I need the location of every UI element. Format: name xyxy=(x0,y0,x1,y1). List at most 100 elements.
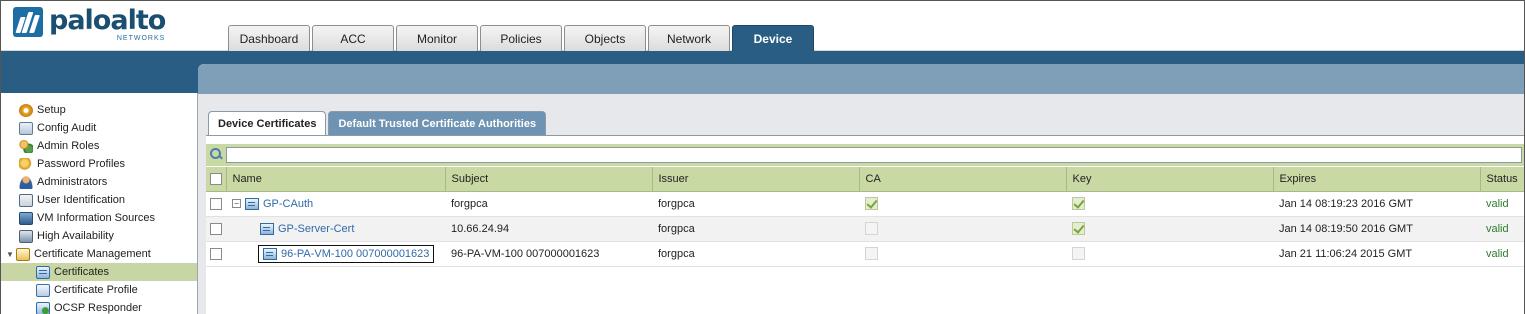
table-header-row: Name Subject Issuer CA Key Expires Statu… xyxy=(206,167,1524,192)
sidebar-item-vm-information-sources[interactable]: VM Information Sources xyxy=(1,209,197,227)
gear-icon xyxy=(19,103,33,117)
issuer-cell: forgpca xyxy=(652,191,859,217)
expires-cell: Jan 14 08:19:23 2016 GMT xyxy=(1273,191,1480,217)
column-header-issuer[interactable]: Issuer xyxy=(652,167,860,192)
certificate-icon xyxy=(263,247,277,260)
expires-cell: Jan 14 08:19:50 2016 GMT xyxy=(1273,216,1480,242)
subject-cell: forgpca xyxy=(445,191,652,217)
row-checkbox[interactable] xyxy=(210,222,222,235)
expires-cell: Jan 21 11:06:24 2015 GMT xyxy=(1273,241,1480,267)
sidebar-item-high-availability[interactable]: High Availability xyxy=(1,227,197,245)
sidebar-item-label: Setup xyxy=(37,104,66,116)
select-all-checkbox[interactable] xyxy=(210,172,222,185)
certificates-table: Name Subject Issuer CA Key Expires Statu… xyxy=(206,167,1524,267)
user-identification-icon xyxy=(19,193,33,207)
tab-policies[interactable]: Policies xyxy=(480,25,562,51)
certificate-icon xyxy=(260,222,274,235)
column-header-expires[interactable]: Expires xyxy=(1273,167,1481,192)
column-header-ca[interactable]: CA xyxy=(859,167,1067,192)
highlighted-certificate-name[interactable]: 96-PA-VM-100 007000001623 xyxy=(258,244,435,263)
column-header-key[interactable]: Key xyxy=(1066,167,1274,192)
ca-check-icon xyxy=(865,197,878,210)
certificates-panel: Name Subject Issuer CA Key Expires Statu… xyxy=(206,135,1524,314)
tab-network[interactable]: Network xyxy=(648,25,730,51)
row-checkbox[interactable] xyxy=(210,247,222,260)
certificate-name-link[interactable]: GP-Server-Cert xyxy=(278,223,354,235)
sidebar-item-label: Config Audit xyxy=(37,122,97,134)
row-checkbox[interactable] xyxy=(210,197,222,210)
key-check-icon xyxy=(1072,197,1085,210)
issuer-cell: forgpca xyxy=(652,216,859,242)
logo-mark-icon xyxy=(13,7,43,37)
certificate-icon xyxy=(245,197,259,210)
sidebar-item-setup[interactable]: Setup xyxy=(1,101,197,119)
certificate-name-link[interactable]: 96-PA-VM-100 007000001623 xyxy=(281,248,429,260)
sidebar-item-label: OCSP Responder xyxy=(54,302,142,314)
sidebar-item-certificates[interactable]: Certificates xyxy=(1,263,197,281)
ca-check-icon xyxy=(865,247,878,260)
expand-triangle-icon[interactable]: ▼ xyxy=(6,250,16,259)
sidebar-item-label: VM Information Sources xyxy=(37,212,155,224)
filter-input[interactable] xyxy=(226,147,1522,163)
paloalto-logo: paloalto NETWORKS xyxy=(13,5,166,42)
collapse-toggle-icon[interactable]: − xyxy=(232,199,241,208)
column-header-subject[interactable]: Subject xyxy=(445,167,653,192)
certificate-subtabs: Device Certificates Default Trusted Cert… xyxy=(208,111,548,135)
sidebar-item-label: Password Profiles xyxy=(37,158,126,170)
tab-objects[interactable]: Objects xyxy=(564,25,646,51)
high-availability-icon xyxy=(19,229,33,243)
subject-cell: 96-PA-VM-100 007000001623 xyxy=(445,241,652,267)
certificate-profile-icon xyxy=(36,283,50,297)
certificate-icon xyxy=(36,265,50,279)
table-row[interactable]: 96-PA-VM-100 007000001623 96-PA-VM-100 0… xyxy=(206,241,1524,267)
sidebar-item-config-audit[interactable]: Config Audit xyxy=(1,119,197,137)
logo-wordmark: paloalto xyxy=(49,5,166,36)
main-tabs: Dashboard ACC Monitor Policies Objects N… xyxy=(228,25,816,51)
vm-information-icon xyxy=(19,211,33,225)
tab-device-certificates[interactable]: Device Certificates xyxy=(208,111,327,135)
column-header-name[interactable]: Name xyxy=(226,167,446,192)
tab-acc[interactable]: ACC xyxy=(312,25,394,51)
sidebar-item-label: High Availability xyxy=(37,230,114,242)
subject-cell: 10.66.24.94 xyxy=(445,216,652,242)
table-row[interactable]: GP-Server-Cert 10.66.24.94 forgpca Jan 1… xyxy=(206,216,1524,242)
sidebar-item-password-profiles[interactable]: Password Profiles xyxy=(1,155,197,173)
admin-roles-icon xyxy=(19,139,33,153)
status-cell: valid xyxy=(1480,241,1524,267)
search-icon xyxy=(210,148,222,160)
sidebar-item-admin-roles[interactable]: Admin Roles xyxy=(1,137,197,155)
sidebar-item-label: Certificates xyxy=(54,266,110,278)
content-body: Device Certificates Default Trusted Cert… xyxy=(198,94,1524,314)
app-header: paloalto NETWORKS Dashboard ACC Monitor … xyxy=(1,1,1524,51)
sidebar: Setup Config Audit Admin Roles Password … xyxy=(1,93,198,314)
sidebar-item-ocsp-responder[interactable]: OCSP Responder xyxy=(1,299,197,314)
sidebar-item-label: Administrators xyxy=(37,176,108,188)
config-audit-icon xyxy=(19,121,33,135)
tab-monitor[interactable]: Monitor xyxy=(396,25,478,51)
sidebar-item-user-identification[interactable]: User Identification xyxy=(1,191,197,209)
sidebar-item-label: Certificate Management xyxy=(34,248,151,260)
tab-default-trusted-cas[interactable]: Default Trusted Certificate Authorities xyxy=(328,111,547,135)
key-check-icon xyxy=(1072,247,1085,260)
tab-dashboard[interactable]: Dashboard xyxy=(228,25,310,51)
password-profiles-icon xyxy=(19,157,33,171)
logo-subtitle: NETWORKS xyxy=(116,35,166,42)
table-row[interactable]: − GP-CAuth forgpca forgpca Jan 14 08:19:… xyxy=(206,191,1524,217)
column-header-status[interactable]: Status xyxy=(1480,167,1524,192)
sidebar-item-certificate-management[interactable]: ▼ Certificate Management xyxy=(1,245,197,263)
sidebar-item-label: User Identification xyxy=(37,194,126,206)
ca-check-icon xyxy=(865,222,878,235)
issuer-cell: forgpca xyxy=(652,241,859,267)
sidebar-item-label: Certificate Profile xyxy=(54,284,138,296)
key-check-icon xyxy=(1072,222,1085,235)
sidebar-item-certificate-profile[interactable]: Certificate Profile xyxy=(1,281,197,299)
content-header-bar xyxy=(198,64,1524,94)
certificate-management-icon xyxy=(16,247,30,261)
filter-bar xyxy=(206,144,1524,166)
tab-device[interactable]: Device xyxy=(732,25,814,51)
status-cell: valid xyxy=(1480,191,1524,217)
sidebar-item-administrators[interactable]: Administrators xyxy=(1,173,197,191)
status-cell: valid xyxy=(1480,216,1524,242)
certificate-name-link[interactable]: GP-CAuth xyxy=(263,198,313,210)
content-area: Device Certificates Default Trusted Cert… xyxy=(198,64,1524,314)
